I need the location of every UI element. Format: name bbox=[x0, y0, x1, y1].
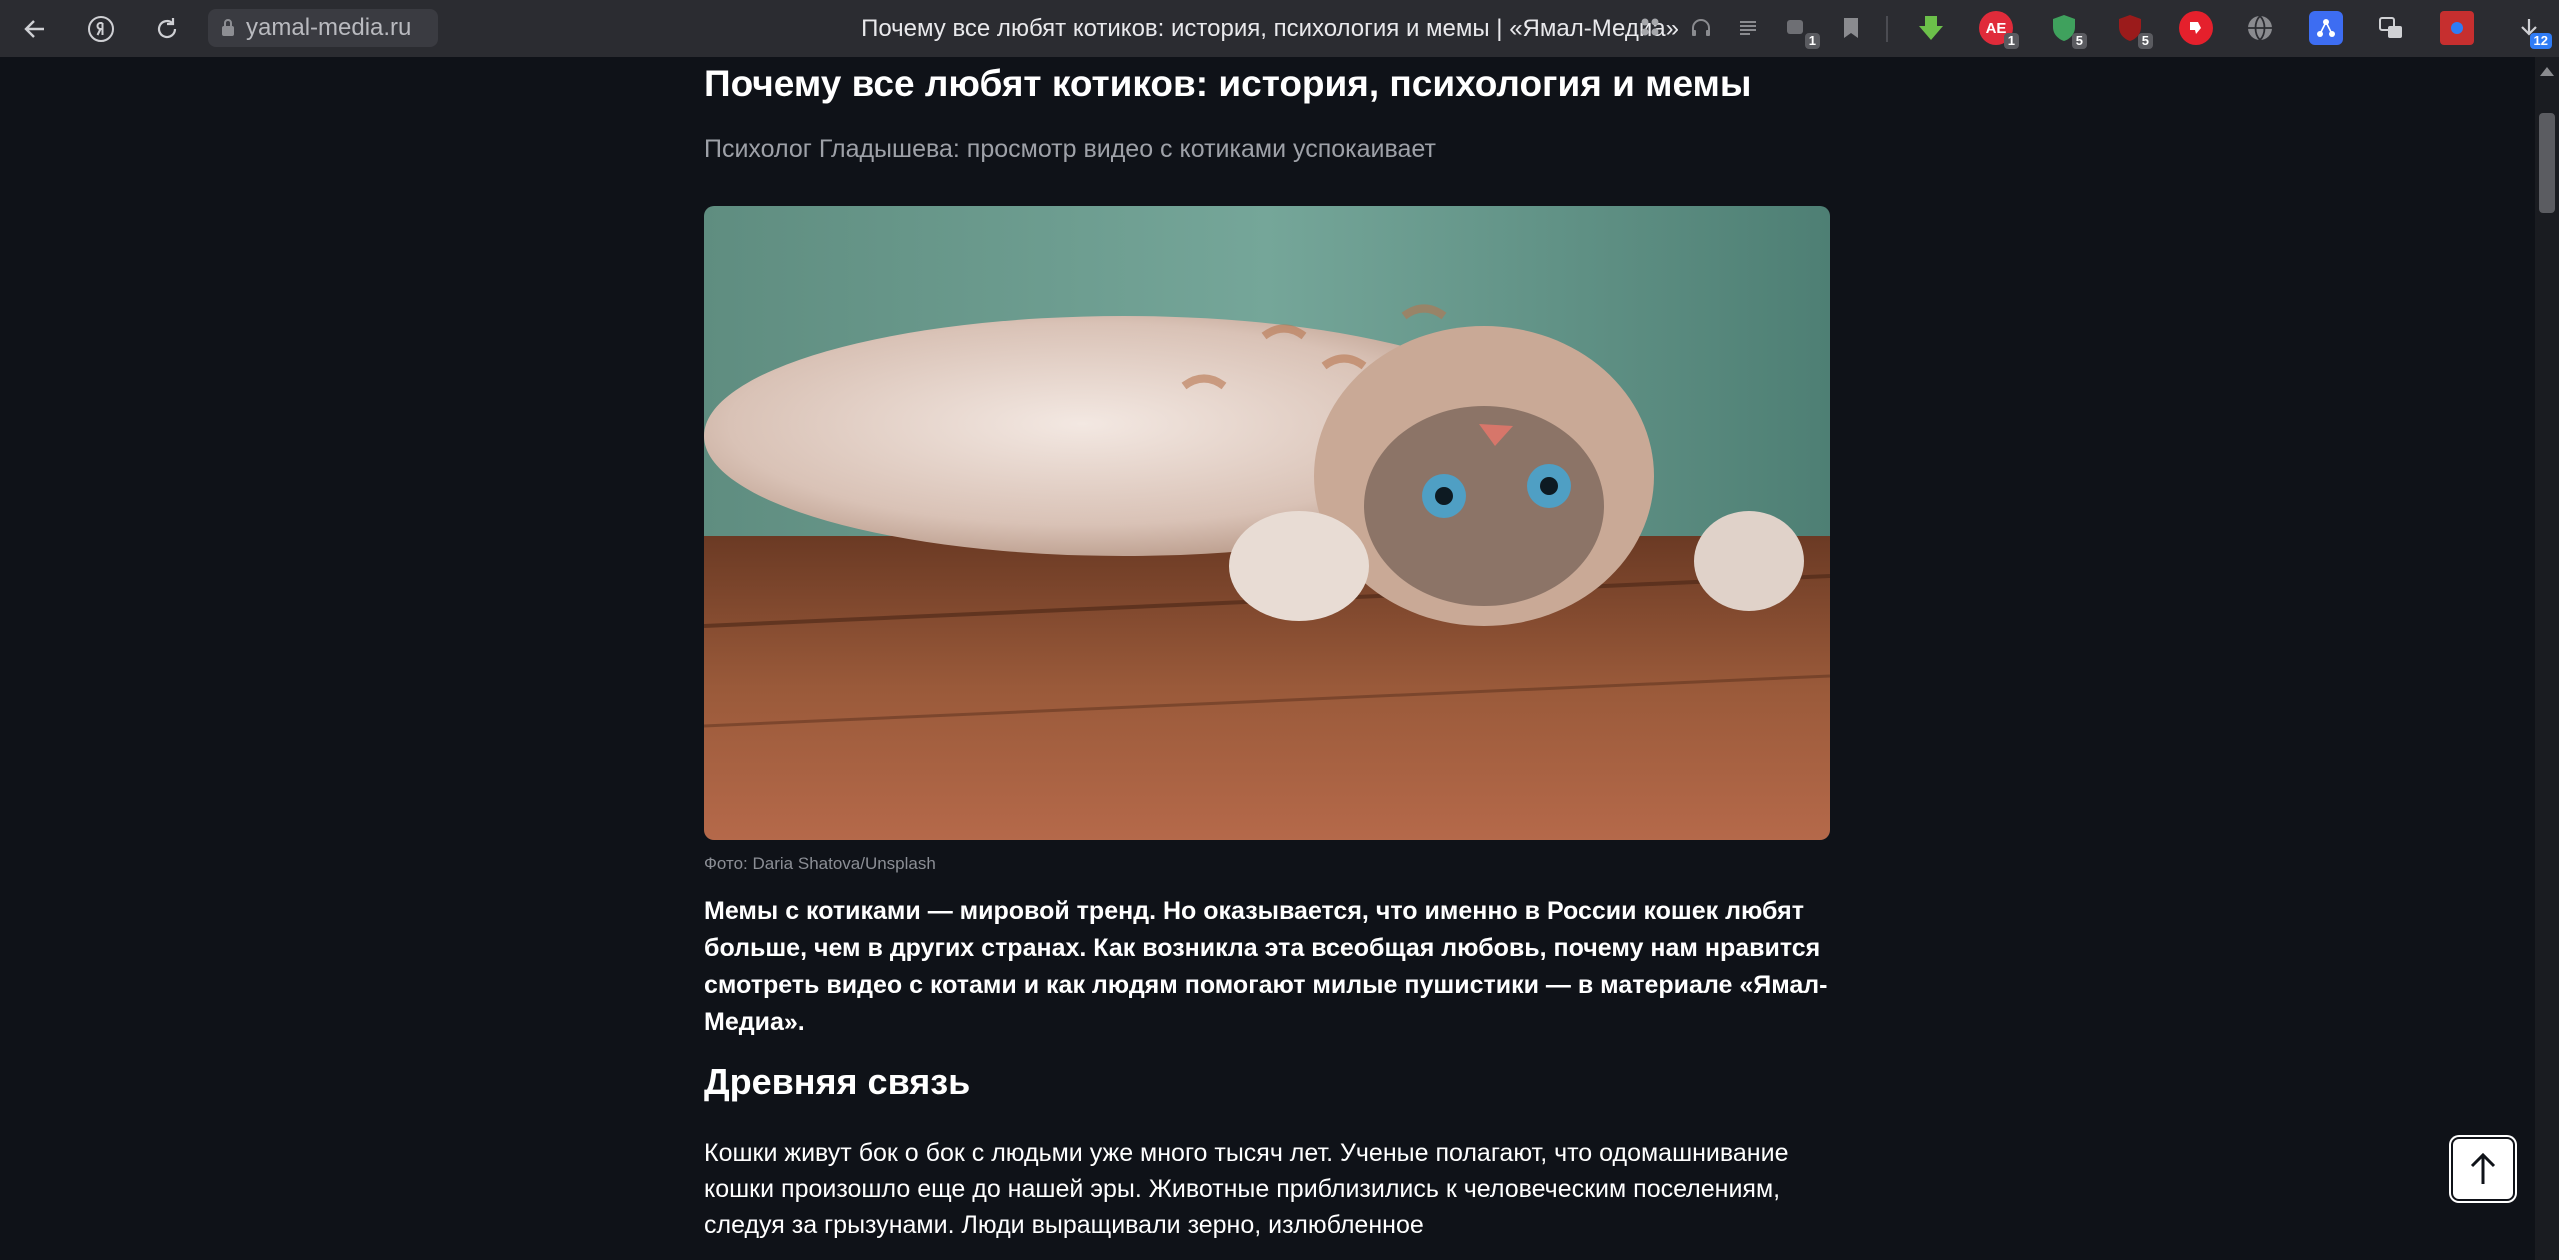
article-title: Почему все любят котиков: история, психо… bbox=[704, 63, 1752, 104]
address-bar[interactable]: yamal-media.ru bbox=[208, 9, 438, 47]
back-button[interactable] bbox=[16, 10, 54, 48]
download-helper-icon[interactable] bbox=[1914, 11, 1948, 45]
scroll-to-top-button[interactable] bbox=[2451, 1137, 2515, 1201]
yandex-icon bbox=[88, 16, 114, 42]
scrollbar-thumb[interactable] bbox=[2539, 113, 2555, 213]
ae-extension-label: AE bbox=[1985, 19, 2007, 37]
reload-button[interactable] bbox=[148, 10, 186, 48]
reader-icon[interactable] bbox=[1731, 11, 1765, 45]
article-subtitle: Психолог Гладышева: просмотр видео с кот… bbox=[704, 135, 1436, 163]
arrow-left-icon bbox=[24, 20, 44, 38]
collections-icon[interactable]: 1 bbox=[1780, 11, 1820, 49]
page-scrollbar[interactable] bbox=[2535, 57, 2559, 1260]
photo-credit: Фото: Daria Shatova/Unsplash bbox=[704, 854, 936, 873]
article-photo bbox=[704, 206, 1830, 840]
red-extension-icon[interactable] bbox=[2440, 11, 2474, 45]
ae-badge: 1 bbox=[2003, 33, 2019, 49]
dislike-extension-icon[interactable] bbox=[2179, 11, 2213, 45]
section-heading: Древняя связь bbox=[704, 1061, 971, 1102]
headphones-icon[interactable] bbox=[1684, 11, 1718, 45]
arrow-up-icon bbox=[2470, 1152, 2496, 1184]
globe-extension-icon[interactable] bbox=[2243, 11, 2277, 45]
shield-badge: 5 bbox=[2071, 33, 2087, 49]
translate-extension-icon[interactable] bbox=[2374, 11, 2408, 45]
toolbar-separator bbox=[1886, 16, 1888, 42]
url-text: yamal-media.ru bbox=[246, 14, 412, 41]
collections-badge: 1 bbox=[1804, 33, 1820, 49]
lock-icon bbox=[222, 19, 234, 36]
share-extension-icon[interactable] bbox=[2309, 11, 2343, 45]
article-lead: Мемы с котиками — мировой тренд. Но оказ… bbox=[704, 897, 1828, 1036]
apps-icon[interactable] bbox=[1634, 11, 1668, 45]
downloads-badge: 12 bbox=[2529, 33, 2552, 49]
ae-extension-icon[interactable]: AE 1 bbox=[1979, 11, 2019, 49]
scroll-up-arrow-icon[interactable] bbox=[2540, 67, 2554, 76]
ublock-badge: 5 bbox=[2137, 33, 2153, 49]
downloads-icon[interactable]: 12 bbox=[2512, 11, 2552, 49]
yandex-button[interactable] bbox=[82, 10, 120, 48]
browser-toolbar: yamal-media.ru Почему все любят котиков:… bbox=[0, 0, 2559, 57]
bookmark-icon[interactable] bbox=[1834, 11, 1868, 45]
cat-photo-image bbox=[704, 206, 1830, 840]
article-paragraph: Кошки живут бок о бок с людьми уже много… bbox=[704, 1139, 1789, 1239]
ublock-icon[interactable]: 5 bbox=[2113, 11, 2153, 49]
reload-icon bbox=[157, 18, 177, 39]
shield-extension-icon[interactable]: 5 bbox=[2047, 11, 2087, 49]
